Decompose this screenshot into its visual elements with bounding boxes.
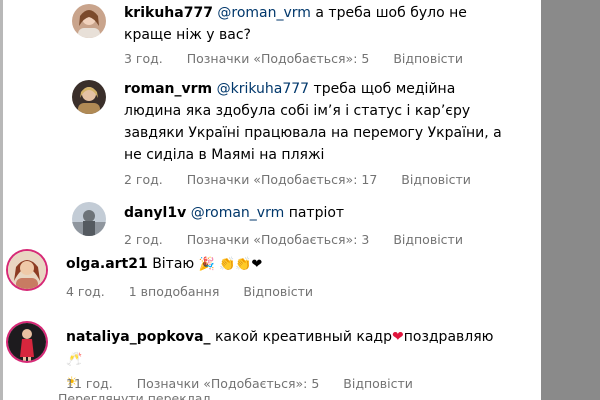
reply-button[interactable]: Відповісти [393, 232, 463, 247]
comment-time[interactable]: 2 год. [124, 232, 163, 247]
comment-time[interactable]: 11 год. [66, 376, 113, 391]
comment-text: roman_vrm @krikuha777 треба щоб медійна … [124, 78, 534, 166]
comment-mention[interactable]: @krikuha777 [217, 81, 309, 97]
comment-time[interactable]: 4 год. [66, 284, 105, 299]
comment-body: а треба шоб було не [315, 5, 467, 21]
glasses-emoji: 🥂 [66, 352, 83, 367]
reply-button[interactable]: Відповісти [393, 51, 463, 66]
comment-body: треба щоб медійна [313, 81, 456, 97]
comment-body: патріот [288, 205, 345, 221]
comment-username[interactable]: olga.art21 [66, 256, 148, 272]
comment-text: olga.art21 Вітаю 🎉 👏👏❤ [66, 253, 526, 276]
comment-meta: 11 год. Позначки «Подобається»: 5 Відпов… [66, 376, 413, 391]
comment-likes[interactable]: Позначки «Подобається»: 5 [187, 51, 370, 66]
avatar[interactable] [8, 251, 46, 289]
comment-mention[interactable]: @roman_vrm [217, 5, 311, 21]
comment-body: Вітаю [152, 256, 195, 272]
comment-mention[interactable]: @roman_vrm [191, 205, 285, 221]
comment-likes[interactable]: Позначки «Подобається»: 3 [187, 232, 370, 247]
left-edge [0, 0, 3, 400]
right-overlay [541, 0, 600, 400]
comment-text: danyl1v @roman_vrm патріот [124, 202, 524, 224]
comment-likes[interactable]: Позначки «Подобається»: 17 [187, 172, 378, 187]
emoji-group: 🎉 👏👏❤ [198, 257, 263, 272]
comment-body-cont: поздравляю [403, 329, 494, 345]
comment-time[interactable]: 2 год. [124, 172, 163, 187]
comments-panel: krikuha777 @roman_vrm а треба шоб було н… [0, 0, 541, 400]
comment-body-line2: краще ніж у вас? [124, 27, 251, 43]
reply-button[interactable]: Відповісти [243, 284, 313, 299]
comment-likes[interactable]: Позначки «Подобається»: 5 [137, 376, 320, 391]
comment-time[interactable]: 3 год. [124, 51, 163, 66]
avatar[interactable] [72, 4, 106, 38]
comment-username[interactable]: nataliya_popkova_ [66, 329, 211, 345]
comment-username[interactable]: krikuha777 [124, 5, 213, 21]
avatar[interactable] [8, 323, 46, 361]
avatar[interactable] [72, 80, 106, 114]
comment-likes[interactable]: 1 вподобання [129, 284, 220, 299]
comment-body-line2: людина яка здобула собі ім’я і статус і … [124, 103, 471, 119]
avatar[interactable] [72, 202, 106, 236]
comment-text: krikuha777 @roman_vrm а треба шоб було н… [124, 2, 524, 46]
comment-meta: 2 год. Позначки «Подобається»: 3 Відпові… [124, 232, 463, 247]
comment-username[interactable]: danyl1v [124, 205, 186, 221]
comment-body: какой креативный кадр [214, 329, 392, 345]
comment-meta: 2 год. Позначки «Подобається»: 17 Відпов… [124, 172, 471, 187]
heart-emoji: ❤ [391, 329, 404, 345]
comment-username[interactable]: roman_vrm [124, 81, 212, 97]
comment-meta: 4 год. 1 вподобання Відповісти [66, 284, 313, 299]
comment-body-line3: завдяки Україні працювала на перемогу Ук… [124, 125, 502, 141]
comment-meta: 3 год. Позначки «Подобається»: 5 Відпові… [124, 51, 463, 66]
comment-body-line4: не сиділа в Маямі на пляжі [124, 147, 325, 163]
reply-button[interactable]: Відповісти [401, 172, 471, 187]
reply-button[interactable]: Відповісти [343, 376, 413, 391]
see-translation-link[interactable]: Переглянути переклад [58, 391, 211, 400]
